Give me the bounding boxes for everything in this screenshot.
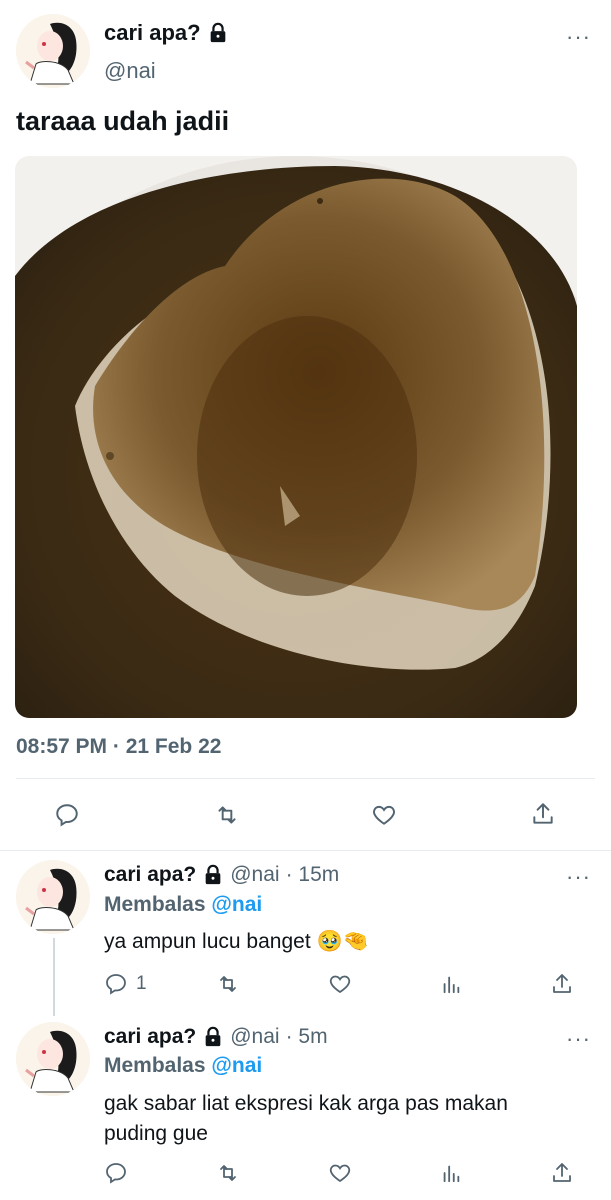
- like-button[interactable]: [327, 1161, 353, 1185]
- author-handle[interactable]: @nai: [104, 58, 156, 84]
- author-handle[interactable]: @nai: [230, 1025, 279, 1049]
- more-options-icon[interactable]: ···: [566, 26, 591, 48]
- reply-header: cari apa? @nai · 5m: [104, 1025, 328, 1049]
- reply-text: gak sabar liat ekspresi kak arga pas mak…: [104, 1092, 508, 1145]
- retweet-button[interactable]: [212, 802, 242, 828]
- mention-link[interactable]: @nai: [211, 893, 262, 916]
- retweet-icon: [218, 806, 236, 824]
- avatar[interactable]: [16, 860, 90, 934]
- avatar[interactable]: [16, 1022, 90, 1096]
- reply-button[interactable]: [54, 802, 80, 828]
- mention-link[interactable]: @nai: [211, 1054, 262, 1077]
- share-icon: [533, 803, 553, 824]
- heart-icon: [373, 805, 395, 825]
- tweet-photo[interactable]: [15, 156, 577, 718]
- reply-button[interactable]: [104, 1161, 136, 1185]
- heart-icon: [329, 975, 351, 994]
- reply-time[interactable]: · 15m: [286, 863, 340, 887]
- share-icon: [553, 1163, 571, 1182]
- author-name[interactable]: cari apa?: [104, 863, 196, 887]
- lock-icon: [207, 22, 229, 44]
- share-button[interactable]: [530, 800, 556, 828]
- avatar[interactable]: [16, 14, 90, 88]
- retweet-button[interactable]: [214, 1161, 242, 1185]
- more-options-icon[interactable]: ···: [566, 1028, 591, 1050]
- author-name[interactable]: cari apa?: [104, 20, 229, 46]
- retweet-icon: [220, 1165, 236, 1181]
- reply-count: 1: [136, 973, 147, 994]
- author-handle[interactable]: @nai: [230, 863, 279, 887]
- lock-icon: [202, 864, 224, 886]
- tweet-text: taraaa udah jadii: [16, 106, 230, 136]
- reply-time[interactable]: · 5m: [286, 1025, 328, 1049]
- analytics-icon: [443, 1165, 460, 1183]
- reply-icon: [106, 1163, 126, 1184]
- retweet-icon: [220, 976, 236, 992]
- divider: [16, 778, 595, 779]
- reply-header: cari apa? @nai · 15m: [104, 863, 339, 887]
- reply-icon: [56, 804, 78, 827]
- author-name[interactable]: cari apa?: [104, 1025, 196, 1049]
- tweet-timestamp[interactable]: 08:57 PM · 21 Feb 22: [16, 735, 221, 759]
- replying-to: Membalas @nai: [104, 1054, 263, 1077]
- heart-icon: [329, 1164, 351, 1183]
- analytics-icon: [443, 976, 460, 994]
- lock-icon: [202, 1026, 224, 1048]
- retweet-button[interactable]: [214, 972, 242, 996]
- like-button[interactable]: [370, 802, 398, 828]
- reply-icon: [106, 974, 126, 995]
- analytics-button[interactable]: [440, 972, 462, 996]
- more-options-icon[interactable]: ···: [566, 866, 591, 888]
- reply-text: ya ampun lucu banget 🥹🤏: [104, 930, 369, 953]
- share-button[interactable]: [550, 971, 574, 997]
- share-icon: [553, 974, 571, 993]
- divider: [0, 850, 611, 851]
- thread-line: [53, 938, 55, 1016]
- replying-to: Membalas @nai: [104, 893, 263, 916]
- analytics-button[interactable]: [440, 1161, 462, 1185]
- reply-button[interactable]: 1: [104, 972, 147, 996]
- share-button[interactable]: [550, 1160, 574, 1186]
- like-button[interactable]: [327, 972, 353, 996]
